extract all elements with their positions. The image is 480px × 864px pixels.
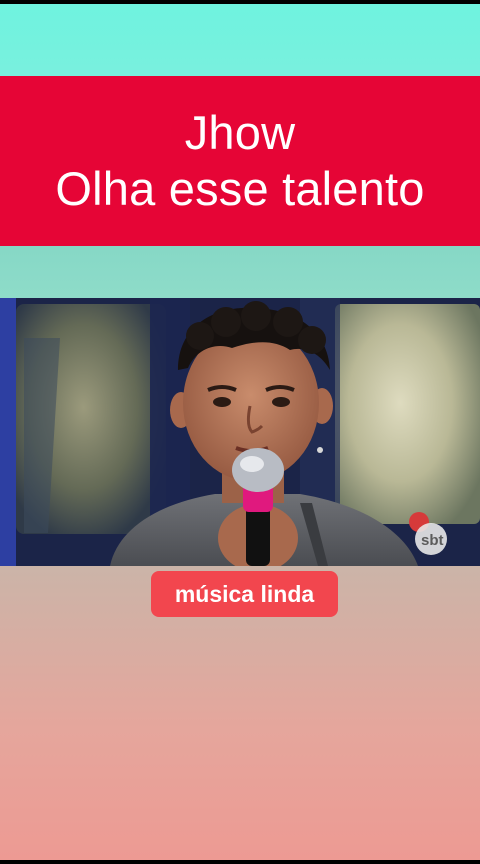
stage-light-right <box>335 304 480 524</box>
mid-teal-band <box>0 246 480 298</box>
bottom-edge-bar <box>0 860 480 864</box>
video-still: sbt <box>0 298 480 566</box>
sbt-watermark-text: sbt <box>421 532 444 549</box>
title-line-2: Olha esse talento <box>55 162 425 215</box>
story-screen: Jhow Olha esse talento sbt música linda <box>0 0 480 864</box>
title-line-1: Jhow <box>184 106 296 159</box>
caption-sticker: música linda <box>151 571 338 617</box>
top-teal-band <box>0 4 480 76</box>
video-frame[interactable]: sbt <box>0 298 480 566</box>
title-banner: Jhow Olha esse talento <box>0 76 480 246</box>
